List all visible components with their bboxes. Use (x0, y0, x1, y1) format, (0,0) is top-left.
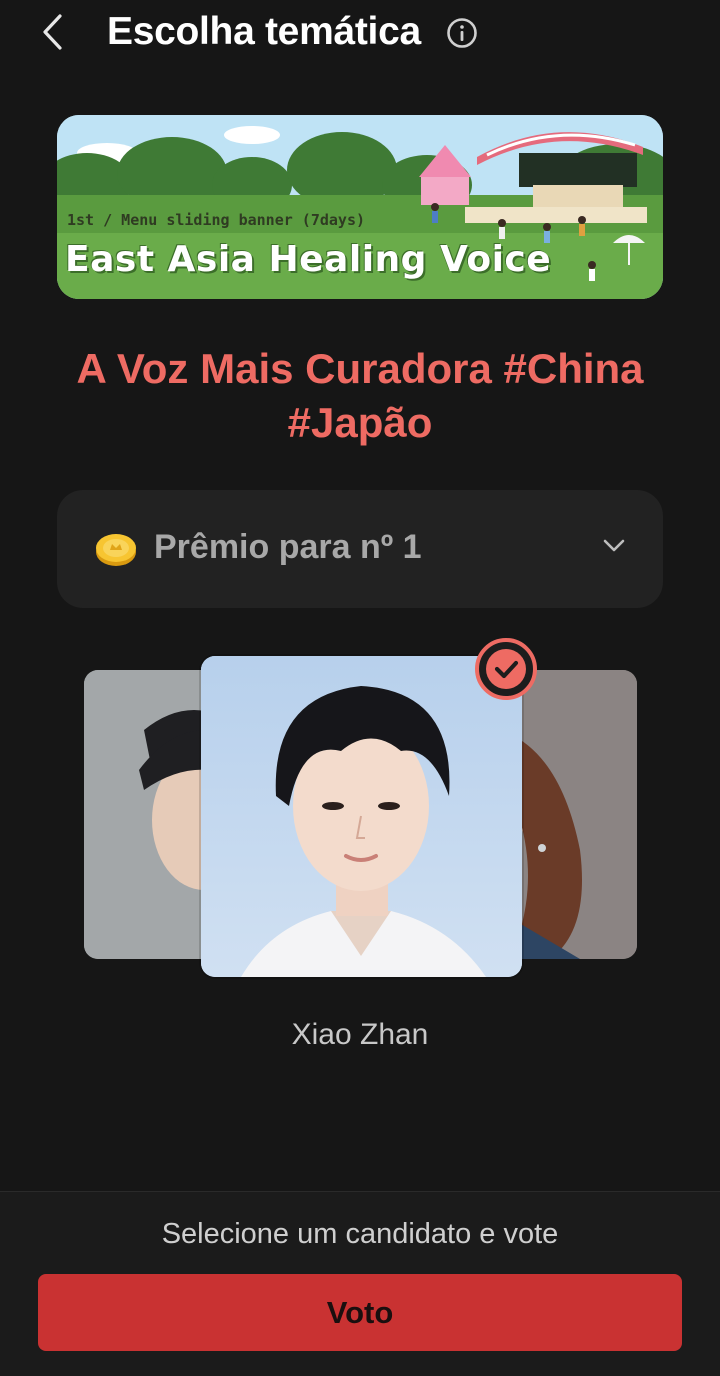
candidate-photo (201, 656, 522, 977)
selected-candidate-name: Xiao Zhan (291, 1018, 429, 1051)
back-button[interactable] (36, 12, 72, 52)
header-bar: Escolha temática (0, 0, 720, 70)
bottom-action-bar: Selecione um candidato e vote Voto (0, 1191, 720, 1376)
topic-title: A Voz Mais Curadora #China #Japão (76, 345, 644, 446)
banner-subtitle: 1st / Menu sliding banner (7days) (67, 211, 366, 229)
banner-title: East Asia Healing Voice (65, 239, 552, 280)
check-icon (475, 638, 537, 700)
prize-label: Prêmio para nº 1 (154, 528, 422, 566)
info-button[interactable] (446, 17, 478, 49)
vote-button-label: Voto (326, 1294, 394, 1330)
vote-hint: Selecione um candidato e vote (161, 1218, 559, 1250)
info-icon (447, 18, 477, 48)
prize-dropdown[interactable]: Prêmio para nº 1 (57, 490, 663, 608)
coin-icon (96, 534, 136, 566)
chevron-down-icon (603, 539, 625, 552)
chevron-left-icon (43, 14, 62, 50)
page-title: Escolha temática (107, 10, 421, 53)
candidate-card-selected[interactable] (201, 656, 522, 977)
promo-banner[interactable]: 1st / Menu sliding banner (7days) East A… (57, 115, 663, 299)
vote-button[interactable]: Voto (38, 1274, 682, 1351)
